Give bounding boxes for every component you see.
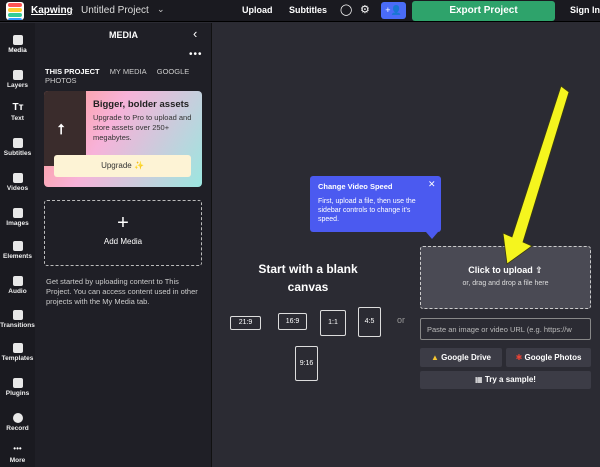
export-project-button[interactable]: Export Project xyxy=(412,1,555,21)
rail-item-layers[interactable]: Layers xyxy=(0,70,35,89)
ratio-9-16-button[interactable]: 9:16 xyxy=(295,346,318,381)
add-media-label: Add Media xyxy=(103,237,143,246)
elements-icon xyxy=(12,241,23,251)
audio-icon xyxy=(12,276,23,286)
plugins-icon xyxy=(12,378,23,388)
upgrade-button[interactable]: Upgrade ✨ xyxy=(54,155,191,177)
google-drive-button[interactable]: ▲ Google Drive xyxy=(420,348,502,367)
rail-item-videos[interactable]: Videos xyxy=(0,173,35,192)
ratio-4-5-button[interactable]: 4:5 xyxy=(358,307,381,337)
tooltip-title: Change Video Speed xyxy=(318,182,393,191)
promo-title: Bigger, bolder assets xyxy=(93,99,190,110)
google-drive-label: Google Drive xyxy=(441,353,491,362)
url-input[interactable] xyxy=(420,318,591,340)
change-speed-tooltip: Change Video Speed First, upload a file,… xyxy=(310,176,441,239)
ratio-16-9-button[interactable]: 16:9 xyxy=(278,313,307,330)
upload-icon: ⇪ xyxy=(535,265,543,275)
tab-this-project[interactable]: THIS PROJECT xyxy=(45,67,100,76)
rail-item-transitions[interactable]: Transitions xyxy=(0,310,35,329)
google-photos-icon: ✱ xyxy=(515,353,523,362)
more-icon: ••• xyxy=(13,444,22,453)
click-to-upload-label: Click to upload ⇪ xyxy=(421,265,590,276)
media-icon xyxy=(12,35,23,45)
google-photos-button[interactable]: ✱ Google Photos xyxy=(506,348,591,367)
film-icon: ▦ xyxy=(475,375,483,384)
layers-icon xyxy=(12,70,23,80)
drag-drop-label: or, drag and drop a file here xyxy=(462,280,549,287)
or-separator: or xyxy=(397,315,406,325)
videos-icon xyxy=(12,173,23,183)
upload-arrow-icon: ⭡ xyxy=(58,121,65,137)
media-tabs: THIS PROJECT MY MEDIA GOOGLE PHOTOS xyxy=(45,67,211,85)
rail-item-record[interactable]: Record xyxy=(0,413,35,432)
blank-canvas-title: Start with a blank canvas xyxy=(258,262,358,294)
panel-title: MEDIA xyxy=(109,30,138,40)
tooltip-text: First, upload a file, then use the sideb… xyxy=(318,198,416,223)
templates-icon xyxy=(12,343,23,353)
text-icon: Tт xyxy=(12,102,24,113)
chevron-right-icon: › xyxy=(70,4,73,14)
rail-item-plugins[interactable]: Plugins xyxy=(0,378,35,397)
rail-item-media[interactable]: Media xyxy=(0,35,35,54)
upgrade-promo-card: ⭡ Bigger, bolder assets Upgrade to Pro t… xyxy=(44,91,202,187)
more-options-icon[interactable]: ••• xyxy=(189,49,203,60)
kapwing-logo-icon[interactable] xyxy=(6,2,24,20)
comment-icon[interactable]: ◯ xyxy=(340,3,352,16)
try-sample-label: Try a sample! xyxy=(484,375,536,384)
add-media-button[interactable]: + Add Media xyxy=(44,200,202,266)
try-sample-button[interactable]: ▦ Try a sample! xyxy=(420,371,591,389)
editor-canvas xyxy=(212,23,600,467)
click-to-upload-text: Click to upload xyxy=(468,265,533,275)
google-photos-label: Google Photos xyxy=(524,353,582,362)
sign-in-link[interactable]: Sign In xyxy=(570,5,600,15)
subtitles-icon xyxy=(12,138,23,148)
tab-my-media[interactable]: MY MEDIA xyxy=(110,67,147,76)
rail-item-elements[interactable]: Elements xyxy=(0,241,35,260)
project-title[interactable]: Untitled Project xyxy=(81,5,149,16)
rail-item-subtitles[interactable]: Subtitles xyxy=(0,138,35,157)
rail-item-images[interactable]: Images xyxy=(0,208,35,227)
tool-rail: Media Layers Tт Text Subtitles Videos Ima… xyxy=(0,23,35,467)
gear-icon[interactable]: ⚙ xyxy=(360,3,370,16)
collapse-chevron-icon[interactable]: ‹ xyxy=(193,26,197,41)
subtitles-link[interactable]: Subtitles xyxy=(289,5,327,15)
add-user-button[interactable]: +👤 xyxy=(381,2,406,19)
promo-text: Upgrade to Pro to upload and store asset… xyxy=(93,113,192,142)
transitions-icon xyxy=(12,310,23,320)
upload-link[interactable]: Upload xyxy=(242,5,273,15)
ratio-1-1-button[interactable]: 1:1 xyxy=(320,310,346,336)
tooltip-pointer xyxy=(426,232,438,239)
panel-note: Get started by uploading content to This… xyxy=(46,277,198,306)
media-panel: MEDIA ‹ ••• THIS PROJECT MY MEDIA GOOGLE… xyxy=(35,23,212,467)
chevron-down-icon[interactable]: ⌄ xyxy=(157,4,165,15)
record-icon xyxy=(12,413,23,423)
close-icon[interactable]: ✕ xyxy=(428,180,436,189)
google-drive-icon: ▲ xyxy=(431,353,439,362)
rail-item-more[interactable]: ••• More xyxy=(0,444,35,465)
click-to-upload-dropzone[interactable]: Click to upload ⇪ or, drag and drop a fi… xyxy=(420,246,591,309)
rail-item-text[interactable]: Tт Text xyxy=(0,102,35,123)
rail-item-templates[interactable]: Templates xyxy=(0,343,35,362)
plus-icon: + xyxy=(117,212,129,234)
top-bar: Kapwing › Untitled Project ⌄ Upload Subt… xyxy=(0,0,600,22)
images-icon xyxy=(12,208,23,218)
rail-item-audio[interactable]: Audio xyxy=(0,276,35,295)
brand-link[interactable]: Kapwing xyxy=(31,5,73,16)
ratio-21-9-button[interactable]: 21:9 xyxy=(230,316,261,330)
